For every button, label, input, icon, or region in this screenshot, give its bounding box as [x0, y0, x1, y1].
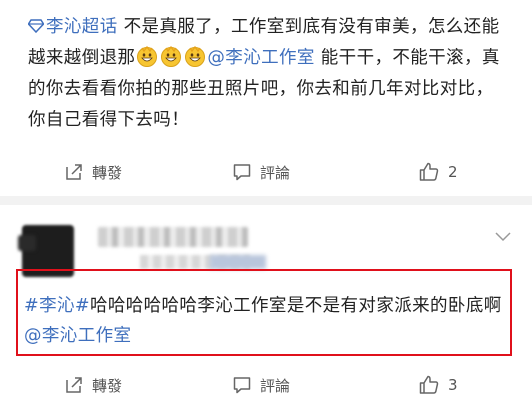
like-count: 2: [448, 163, 458, 181]
post-2-text: #李沁#哈哈哈哈哈哈李沁工作室是不是有对家派来的卧底啊 @李沁工作室: [24, 291, 508, 351]
comment-label: 評論: [260, 163, 291, 182]
post-1-text: 李沁超话 不是真服了，工作室到底有没有审美，怎么还能越来越倒退那 @李沁工作室 能…: [28, 12, 508, 136]
comment-icon: [233, 164, 251, 181]
mention-link[interactable]: @李沁工作室: [207, 48, 314, 68]
topic-link[interactable]: 李沁超话: [28, 17, 118, 37]
post-card-2: #李沁#哈哈哈哈哈哈李沁工作室是不是有对家派来的卧底啊 @李沁工作室 轉發 評論 …: [0, 205, 532, 409]
post-1-actions: 轉發 評論 2: [0, 152, 532, 192]
mention-link[interactable]: @李沁工作室: [24, 326, 131, 346]
repost-button[interactable]: 轉發: [64, 152, 122, 192]
hashtag-link[interactable]: #李沁#: [24, 296, 90, 316]
avatar-blur: [18, 235, 36, 251]
like-button[interactable]: 3: [418, 365, 458, 405]
comment-icon: [233, 377, 251, 394]
diamond-icon: [28, 19, 44, 33]
thumbs-up-icon: [419, 375, 439, 394]
username-blurred: [98, 227, 248, 247]
like-button[interactable]: 2: [418, 152, 458, 192]
grin-emoji-icon: [185, 45, 206, 67]
grin-emoji-icon: [137, 45, 158, 67]
post-source-blurred: [210, 255, 266, 269]
post-card-1: 李沁超话 不是真服了，工作室到底有没有审美，怎么还能越来越倒退那 @李沁工作室 能…: [0, 0, 532, 196]
repost-label: 轉發: [92, 163, 123, 182]
comment-button[interactable]: 評論: [232, 152, 290, 192]
repost-icon: [66, 377, 82, 393]
comment-label: 評論: [260, 376, 291, 395]
topic-link-label[interactable]: 李沁超话: [46, 17, 118, 37]
chevron-down-icon[interactable]: [494, 231, 512, 243]
repost-label: 轉發: [92, 376, 123, 395]
post-2-actions: 轉發 評論 3: [0, 365, 532, 405]
thumbs-up-icon: [419, 162, 439, 181]
grin-emoji-icon: [161, 45, 182, 67]
repost-icon: [66, 164, 82, 180]
repost-button[interactable]: 轉發: [64, 365, 122, 405]
like-count: 3: [448, 376, 458, 394]
post-2-body: 哈哈哈哈哈哈李沁工作室是不是有对家派来的卧底啊: [89, 296, 502, 316]
comment-button[interactable]: 評論: [232, 365, 290, 405]
